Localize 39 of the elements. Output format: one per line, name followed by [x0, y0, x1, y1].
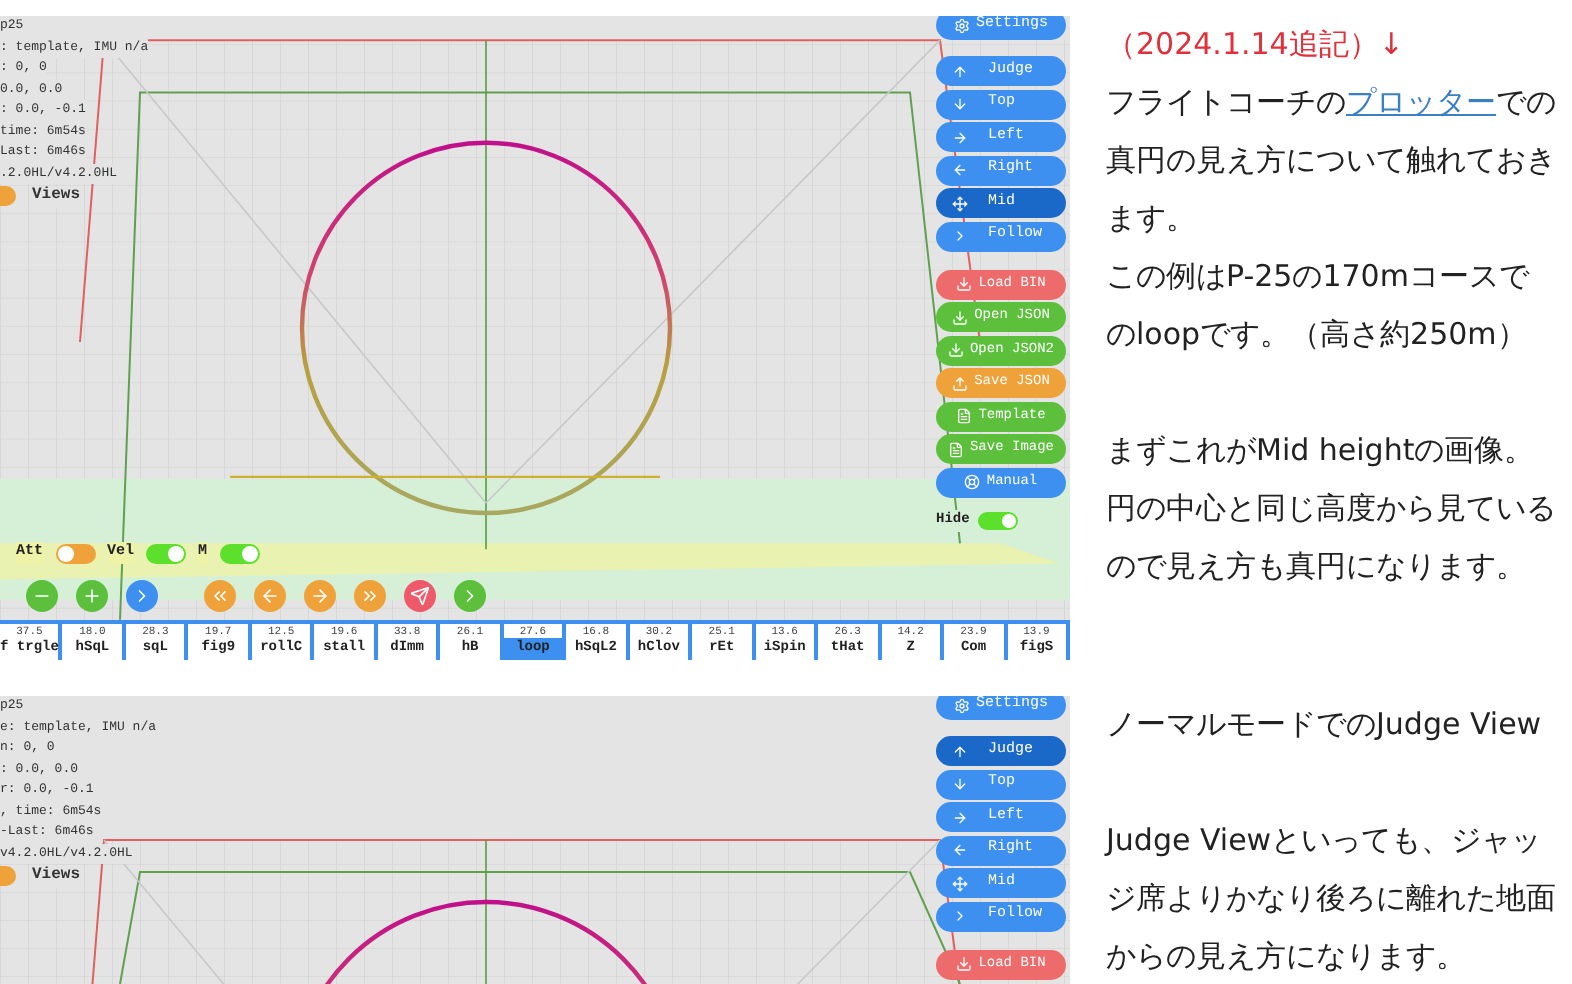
file-icon: [956, 408, 973, 424]
note-paragraph: Judge Viewといっても、ジャッジ席よりかなり後ろに離れた地面からの見え方になります。: [1106, 820, 1558, 978]
note-paragraph: フライトコーチのプロッターでの真円の見え方について触れておきます。: [1106, 82, 1558, 240]
button-icon: [310, 586, 330, 606]
file-icon: [956, 956, 973, 972]
added-note: （2024.1.14追記）↓: [1106, 24, 1406, 66]
file-icon: [956, 276, 973, 292]
settings-icon: [953, 17, 970, 33]
button-icon: [82, 586, 102, 606]
view-icon: [952, 96, 968, 112]
view-icon: [952, 228, 968, 244]
views-label: Views: [32, 186, 81, 207]
file-icon: [947, 342, 964, 358]
view-icon: [952, 842, 968, 858]
view-icon: [952, 875, 968, 891]
button-icon: [260, 586, 280, 606]
file-icon: [964, 474, 981, 490]
plotter-link[interactable]: プロッター: [1346, 84, 1496, 120]
view-icon: [952, 908, 968, 924]
views-toggle[interactable]: [0, 186, 16, 207]
view-icon: [952, 809, 968, 825]
view-icon: [952, 63, 968, 79]
note-paragraph: ノーマルモードでのJudge View: [1106, 704, 1544, 746]
view-icon: [952, 195, 968, 211]
note-paragraph: まずこれがMid heightの画像。円の中心と同じ高度から見ているので見え方も真円になります。: [1106, 430, 1558, 588]
file-icon: [947, 441, 964, 457]
file-icon: [952, 375, 969, 391]
views-toggle[interactable]: [0, 866, 16, 887]
view-icon: [952, 129, 968, 145]
view-icon: [952, 743, 968, 759]
settings-icon: [953, 697, 970, 713]
note-paragraph: この例はP-25の170mコースでのloopです。（高さ約250m）: [1106, 256, 1532, 356]
button-icon: [210, 586, 230, 606]
view-icon: [952, 162, 968, 178]
button-icon: [360, 586, 380, 606]
view-icon: [952, 776, 968, 792]
views-label: Views: [32, 866, 81, 887]
file-icon: [952, 309, 969, 325]
button-icon: [410, 586, 430, 606]
